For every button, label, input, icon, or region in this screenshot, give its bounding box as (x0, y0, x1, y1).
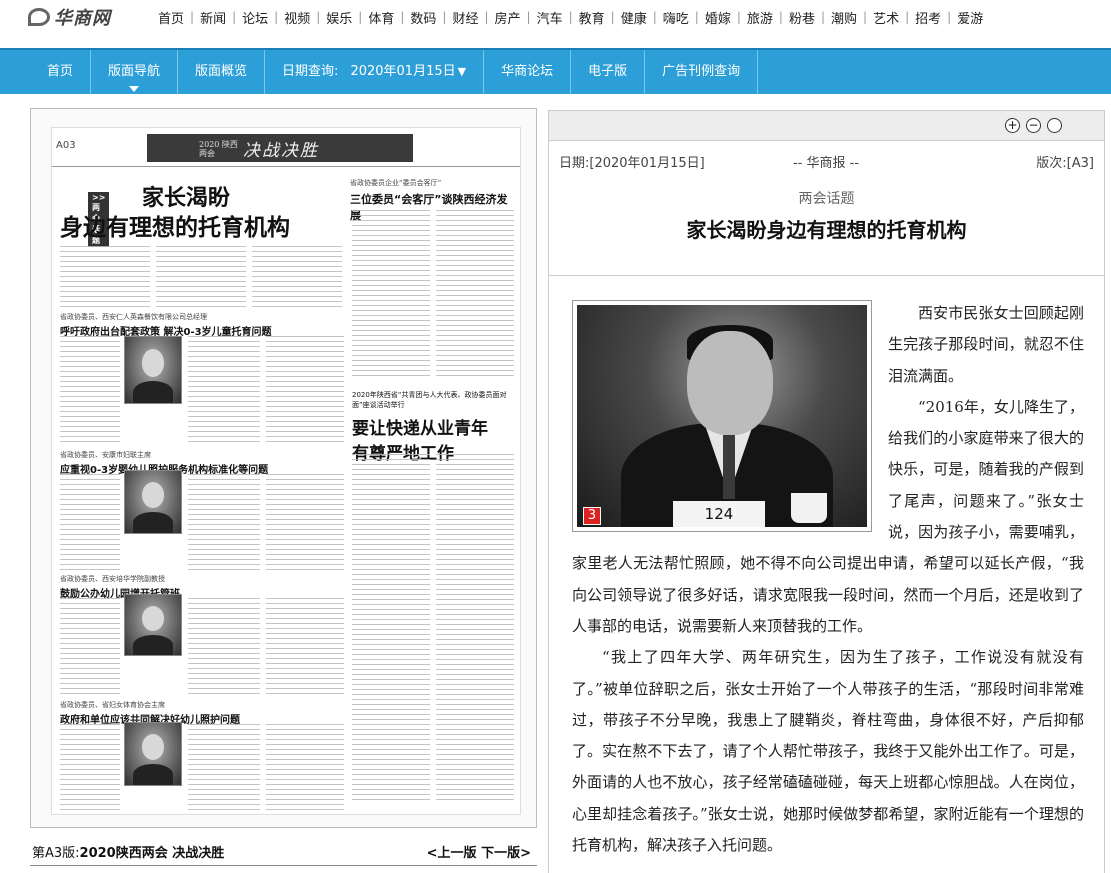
logo-mark-icon (28, 8, 50, 26)
channel-link[interactable]: 体育 (362, 8, 400, 27)
text-column (188, 724, 260, 810)
channel-link[interactable]: 嗨吃 (657, 8, 695, 27)
page-label-prefix: 第A3版: (32, 846, 80, 861)
headline-line-2: 身边有理想的托育机构 (60, 215, 290, 241)
text-column (188, 474, 260, 570)
channel-link[interactable]: 汽车 (531, 8, 569, 27)
text-column (266, 474, 344, 570)
channel-link[interactable]: 艺术 (867, 8, 905, 27)
text-column (156, 246, 246, 308)
text-column (188, 336, 260, 446)
story-kicker: 省政协委员、省妇女体育协会主席 (60, 701, 165, 709)
story-title-line-1: 要让快递从业青年 (352, 419, 488, 439)
page-preview-panel: A03 2020 陕西两会 决战决胜 >>两会话题 家长渴盼 身边有理想的托育机… (30, 108, 537, 828)
portrait-photo (124, 470, 182, 534)
divider (52, 166, 520, 167)
text-column (60, 474, 120, 570)
text-column (436, 454, 514, 804)
story-kicker: 2020年陕西省“共青团与人大代表、政协委员面对面”座谈活动举行 (352, 391, 507, 409)
channel-link[interactable]: 潮购 (825, 8, 863, 27)
date-select[interactable]: 2020年01月15日 (350, 64, 455, 79)
text-column (266, 724, 344, 810)
portrait-photo (124, 722, 182, 786)
nav-layout-navigation[interactable]: 版面导航 (91, 50, 179, 94)
channel-link[interactable]: 教育 (573, 8, 611, 27)
article-paragraph: “我上了四年大学、两年研究生，因为生了孩子，工作说没有就没有了。”被单位辞职之后… (572, 648, 1084, 855)
portrait-photo (124, 336, 182, 404)
channel-link[interactable]: 爱游 (951, 8, 989, 27)
channel-link[interactable]: 招考 (909, 8, 947, 27)
article-title: 家长渴盼身边有理想的托育机构 (686, 218, 967, 242)
text-column (188, 598, 260, 698)
article-kicker: 两会话题 (798, 191, 855, 207)
reset-icon[interactable] (1047, 118, 1062, 133)
text-column (352, 210, 430, 380)
text-column (60, 724, 120, 810)
text-column (60, 598, 120, 698)
story-courier[interactable]: 2020年陕西省“共青团与人大代表、政协委员面对面”座谈活动举行 要让快递从业青… (352, 390, 512, 464)
date-query-label: 日期查询: (282, 64, 339, 79)
page-number: A03 (56, 140, 76, 151)
banner-title: 决战决胜 (243, 140, 319, 161)
channel-link[interactable]: 数码 (404, 8, 442, 27)
text-column (436, 210, 514, 380)
article-panel: + − 日期:[2020年01月15日] -- 华商报 -- 版次:[A3] 两… (548, 110, 1105, 873)
channel-link[interactable]: 粉巷 (783, 8, 821, 27)
story-kicker: 省政协委员、西安仁人英森餐饮有限公司总经理 (60, 313, 207, 321)
text-column (252, 246, 342, 308)
main-nav-bar: 首页 版面导航 版面概览 日期查询: 2020年01月15日 ▼ 华商论坛 电子版 … (0, 48, 1111, 94)
zoom-out-icon[interactable]: − (1026, 118, 1041, 133)
text-column (60, 336, 120, 446)
chevron-down-icon[interactable]: ▼ (458, 50, 466, 94)
page-label-title[interactable]: 2020陕西两会 决战决胜 (80, 846, 225, 861)
logo-text: 华商网 (54, 8, 111, 29)
next-page-link[interactable]: 下一版> (481, 846, 531, 861)
channel-link[interactable]: 婚嫁 (699, 8, 737, 27)
page-caption-bar: 第A3版:2020陕西两会 决战决胜 <上一版 下一版> (30, 838, 537, 866)
nav-forum[interactable]: 华商论坛 (484, 50, 572, 94)
nav-epaper[interactable]: 电子版 (571, 50, 646, 94)
story-sec1[interactable]: 省政协委员、西安仁人英森餐饮有限公司总经理 呼吁政府出台配套政策 解决0-3岁儿… (60, 312, 272, 338)
story-kicker: 省政协委员企业“委员会客厅” (350, 179, 442, 187)
channel-link[interactable]: 娱乐 (320, 8, 358, 27)
nav-layout-overview[interactable]: 版面概览 (178, 50, 266, 94)
page-banner: 2020 陕西两会 决战决胜 (147, 134, 413, 162)
channel-link[interactable]: 旅游 (741, 8, 779, 27)
article-body: 西安市民张女士回顾起刚生完孩子那段时间，就忍不住泪流满面。 “2016年，女儿降生… (572, 298, 1084, 861)
channel-link[interactable]: 视频 (278, 8, 316, 27)
zoom-in-icon[interactable]: + (1005, 118, 1020, 133)
article-date: 日期:[2020年01月15日] (559, 156, 705, 171)
nav-home[interactable]: 首页 (30, 50, 92, 94)
portrait-photo (124, 594, 182, 656)
article-source: -- 华商报 -- (793, 156, 860, 171)
divider (549, 275, 1104, 276)
channel-link[interactable]: 新闻 (194, 8, 232, 27)
text-column (352, 454, 430, 804)
pager: <上一版 下一版> (427, 842, 531, 861)
page-label: 第A3版:2020陕西两会 决战决胜 (32, 842, 224, 861)
text-column (266, 598, 344, 698)
nav-date-query[interactable]: 日期查询: 2020年01月15日 ▼ (265, 50, 485, 94)
article-edition: 版次:[A3] (1036, 156, 1094, 171)
newspaper-page-image[interactable]: A03 2020 陕西两会 决战决胜 >>两会话题 家长渴盼 身边有理想的托育机… (51, 127, 521, 815)
channel-link[interactable]: 健康 (615, 8, 653, 27)
channel-link[interactable]: 财经 (446, 8, 484, 27)
text-column (266, 336, 344, 446)
article-toolbar: + − (549, 111, 1104, 141)
channel-link[interactable]: 房产 (489, 8, 527, 27)
text-column (60, 246, 150, 308)
site-logo[interactable]: 华商网 (28, 5, 111, 29)
channel-nav: 首页 | 新闻 | 论坛 | 视频 | 娱乐 | 体育 | 数码 | 财经 | 房产 | 汽车 | 教育 | 健康 | 嗨吃 | 婚… (152, 0, 989, 34)
prev-page-link[interactable]: <上一版 (427, 846, 477, 861)
nav-ad-rates[interactable]: 广告刊例查询 (645, 50, 759, 94)
channel-link[interactable]: 论坛 (236, 8, 274, 27)
banner-sub: 2020 陕西两会 (199, 140, 238, 158)
story-kicker: 省政协委员、安康市妇联主席 (60, 451, 151, 459)
top-bar: 华商网 首页 | 新闻 | 论坛 | 视频 | 娱乐 | 体育 | 数码 | 财经 | 房产 | 汽车 | 教育 | 健康 |… (0, 0, 1111, 34)
story-kicker: 省政协委员、西安培华学院副教授 (60, 575, 165, 583)
channel-link[interactable]: 首页 (152, 8, 190, 27)
article-meta: 日期:[2020年01月15日] -- 华商报 -- 版次:[A3] (559, 152, 1094, 172)
